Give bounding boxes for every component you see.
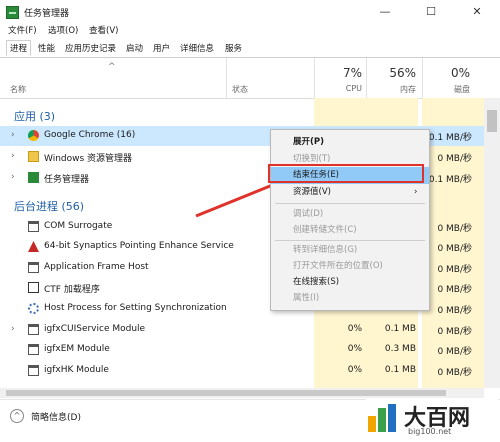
ctx-debug[interactable]: 调试(D) [271,206,429,223]
submenu-arrow-icon: › [414,187,418,197]
ctx-properties[interactable]: 属性(I) [271,290,429,307]
watermark-logo [368,404,396,432]
ctx-open-file-location[interactable]: 打开文件所在的位置(O) [271,258,429,275]
highlight-box [268,164,424,183]
ctx-expand[interactable]: 展开(P) [271,134,429,151]
ctx-resource-values[interactable]: 资源值(V) › [271,184,429,201]
context-menu: 展开(P) 切换到(T) 结束任务(E) 资源值(V) › 调试(D) 创建转储… [270,129,430,311]
watermark: 大百网 big100.net [366,398,498,440]
ctx-create-dump[interactable]: 创建转储文件(C) [271,222,429,239]
ctx-resource-values-label: 资源值(V) [293,187,331,197]
ctx-go-to-details[interactable]: 转到详细信息(G) [271,242,429,259]
watermark-url: big100.net [408,427,452,436]
ctx-search-online[interactable]: 在线搜索(S) [271,274,429,291]
